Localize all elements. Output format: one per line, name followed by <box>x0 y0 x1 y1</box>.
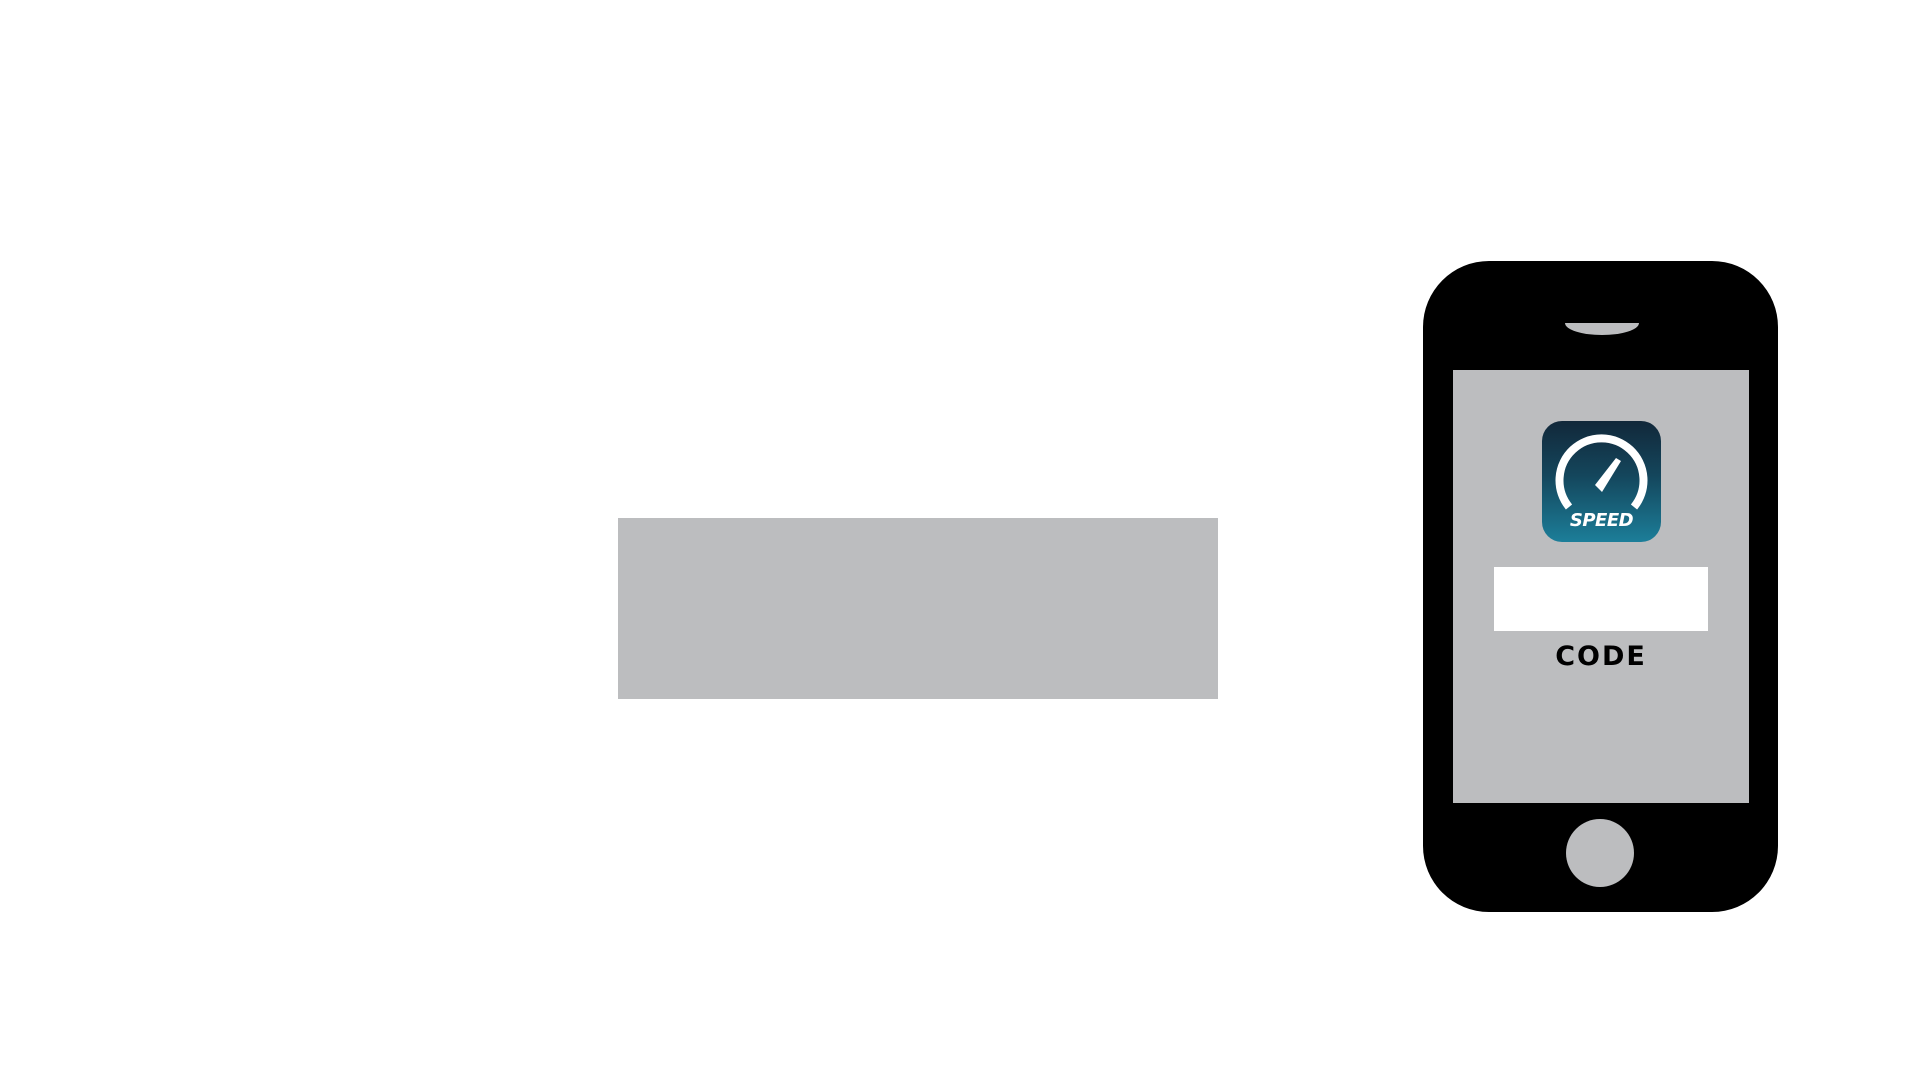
stage: SPEED CODE <box>0 0 1921 1080</box>
phone-device: SPEED CODE <box>1423 261 1778 912</box>
home-button[interactable] <box>1566 819 1634 887</box>
speed-app-icon[interactable]: SPEED <box>1542 421 1661 542</box>
placeholder-panel <box>618 518 1218 699</box>
code-label: CODE <box>1555 641 1647 672</box>
app-icon-label: SPEED <box>1569 510 1634 531</box>
phone-speaker <box>1565 323 1639 335</box>
phone-screen: SPEED CODE <box>1453 370 1749 803</box>
code-input-field[interactable] <box>1494 567 1708 631</box>
